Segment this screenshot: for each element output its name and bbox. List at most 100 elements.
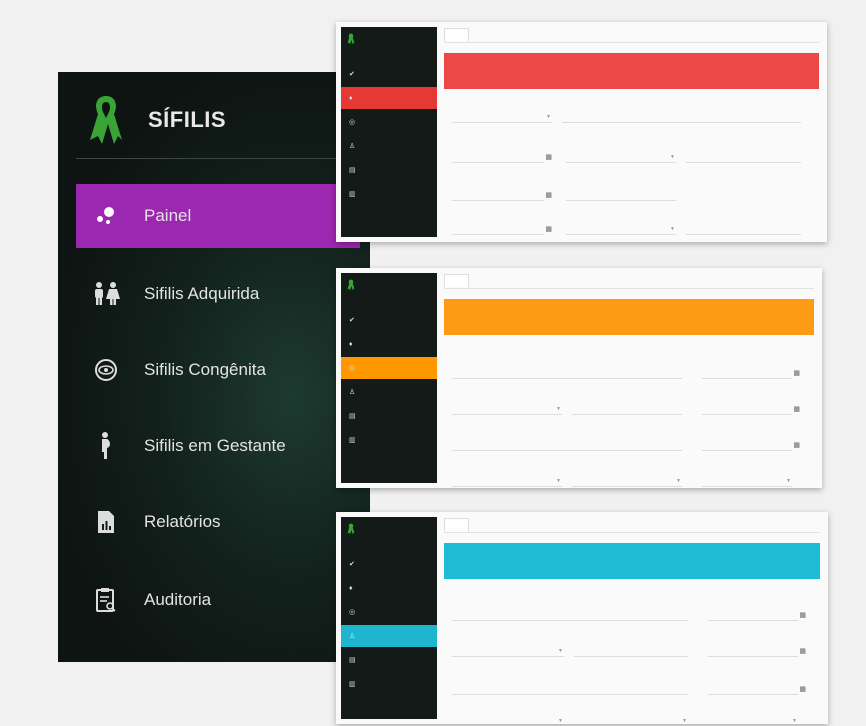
form-row: ▼: [452, 109, 811, 123]
select-field[interactable]: ▼: [566, 149, 676, 163]
select-field[interactable]: ▼: [452, 109, 552, 123]
text-field[interactable]: [452, 607, 688, 621]
ribbon-icon: [90, 96, 122, 144]
date-field[interactable]: ▦: [708, 607, 806, 621]
mini-item[interactable]: ▥: [341, 183, 437, 205]
tabs: [444, 517, 820, 533]
chevron-down-icon: ▼: [558, 648, 563, 654]
select-field[interactable]: ▼: [572, 473, 682, 487]
mini-icon: ♦: [349, 584, 353, 592]
tabs: [444, 27, 819, 43]
select-field[interactable]: ▼: [452, 401, 562, 415]
mini-item[interactable]: ✔: [341, 553, 437, 575]
sidebar-item-sifilis-adquirida[interactable]: Sifilis Adquirida: [76, 262, 370, 326]
report-icon: [86, 510, 126, 534]
mini-icon: ♙: [349, 143, 356, 150]
form-banner: [444, 543, 820, 579]
mini-item[interactable]: ▥: [341, 673, 437, 695]
tab[interactable]: [444, 274, 470, 288]
date-field[interactable]: ▦: [702, 437, 800, 451]
text-field[interactable]: [452, 437, 682, 451]
date-field[interactable]: ▦: [702, 401, 800, 415]
date-field[interactable]: ▦: [702, 365, 800, 379]
sidebar-item-relatorios[interactable]: Relatórios: [76, 490, 370, 554]
sidebar-item-label: Relatórios: [144, 512, 221, 531]
screenshot-card-gestante: ✔ ♦ ◎ ♙ ▤ ▥ ▦ ▼ ▦ ▦ ▼ ▼ ▼: [336, 512, 828, 724]
mini-item-active[interactable]: ♙: [341, 625, 437, 647]
mini-item[interactable]: ♦: [341, 333, 437, 355]
chevron-down-icon: ▼: [786, 478, 791, 484]
sidebar-item-label: Auditoria: [144, 590, 212, 609]
mini-main: ▦ ▼ ▦ ▦ ▼ ▼ ▼: [444, 517, 820, 724]
select-field[interactable]: ▼: [452, 643, 564, 657]
audit-icon: [86, 587, 126, 613]
mini-item[interactable]: ♙: [341, 135, 437, 157]
mini-item[interactable]: ▤: [341, 405, 437, 427]
text-field[interactable]: [686, 149, 801, 163]
select-field[interactable]: ▼: [452, 473, 562, 487]
mini-item[interactable]: ✔: [341, 63, 437, 85]
text-field[interactable]: [452, 681, 688, 695]
tab[interactable]: [469, 274, 504, 288]
mini-item[interactable]: ◎: [341, 111, 437, 133]
ribbon-icon: [347, 523, 355, 535]
select-field[interactable]: ▼: [452, 713, 564, 724]
text-field[interactable]: [686, 221, 801, 235]
text-field[interactable]: [562, 109, 801, 123]
mini-icon: ▥: [349, 681, 356, 688]
tab[interactable]: [469, 28, 504, 42]
date-field[interactable]: ▦: [452, 149, 552, 163]
divider: [76, 158, 370, 159]
mini-icon: ♦: [349, 340, 353, 348]
mini-item[interactable]: ▤: [341, 159, 437, 181]
select-field[interactable]: ▼: [574, 713, 688, 724]
form-row: ▦: [452, 681, 812, 695]
sidebar-item-label: Sifilis Congênita: [144, 360, 266, 379]
sidebar-item-sifilis-congenita[interactable]: Sifilis Congênita: [76, 338, 370, 402]
calendar-icon: ▦: [799, 648, 806, 655]
form-row: ▦: [452, 607, 812, 621]
date-field[interactable]: ▦: [452, 187, 552, 201]
chevron-down-icon: ▼: [670, 154, 675, 160]
select-field[interactable]: ▼: [702, 473, 792, 487]
form-row: ▦: [452, 365, 806, 379]
calendar-icon: ▦: [793, 406, 800, 413]
eye-icon: [86, 358, 126, 382]
mini-item[interactable]: ♙: [341, 381, 437, 403]
dots-icon: [86, 206, 126, 226]
select-field[interactable]: ▼: [566, 221, 676, 235]
tab[interactable]: [444, 28, 470, 42]
date-field[interactable]: ▦: [452, 221, 552, 235]
screenshot-card-adquirida: ✔ ♦ ◎ ♙ ▤ ▥ ▼ ▦ ▼ ▦ ▦ ▼: [336, 22, 827, 242]
mini-icon: ◎: [349, 365, 356, 372]
chevron-down-icon: ▼: [558, 718, 563, 724]
chevron-down-icon: ▼: [676, 478, 681, 484]
form-row: ▦: [452, 437, 806, 451]
mini-item[interactable]: ▤: [341, 649, 437, 671]
form-row: ▦: [452, 187, 811, 201]
mini-item[interactable]: ♦: [341, 577, 437, 599]
sidebar-item-painel[interactable]: Painel: [76, 184, 360, 248]
mini-item[interactable]: ◎: [341, 601, 437, 623]
sidebar-item-sifilis-gestante[interactable]: Sifilis em Gestante: [76, 414, 370, 478]
text-field[interactable]: [566, 187, 676, 201]
mini-icon: ◎: [349, 609, 356, 616]
sidebar-item-auditoria[interactable]: Auditoria: [76, 568, 370, 632]
mini-item[interactable]: ▥: [341, 429, 437, 451]
text-field[interactable]: [572, 401, 682, 415]
mini-sidebar: ✔ ♦ ◎ ♙ ▤ ▥: [341, 273, 437, 483]
mini-item-active[interactable]: ♦: [341, 87, 437, 109]
form-row: ▼ ▼ ▼: [452, 713, 812, 724]
mini-icon: ▤: [349, 657, 356, 664]
app-logo: SÍFILIS: [88, 90, 226, 150]
date-field[interactable]: ▦: [708, 643, 806, 657]
date-field[interactable]: ▦: [708, 681, 806, 695]
tab[interactable]: [469, 518, 504, 532]
mini-item[interactable]: ✔: [341, 309, 437, 331]
tab[interactable]: [444, 518, 470, 532]
text-field[interactable]: [452, 365, 682, 379]
mini-icon: ♙: [349, 633, 356, 640]
mini-item-active[interactable]: ◎: [341, 357, 437, 379]
text-field[interactable]: [574, 643, 688, 657]
select-field[interactable]: ▼: [708, 713, 798, 724]
